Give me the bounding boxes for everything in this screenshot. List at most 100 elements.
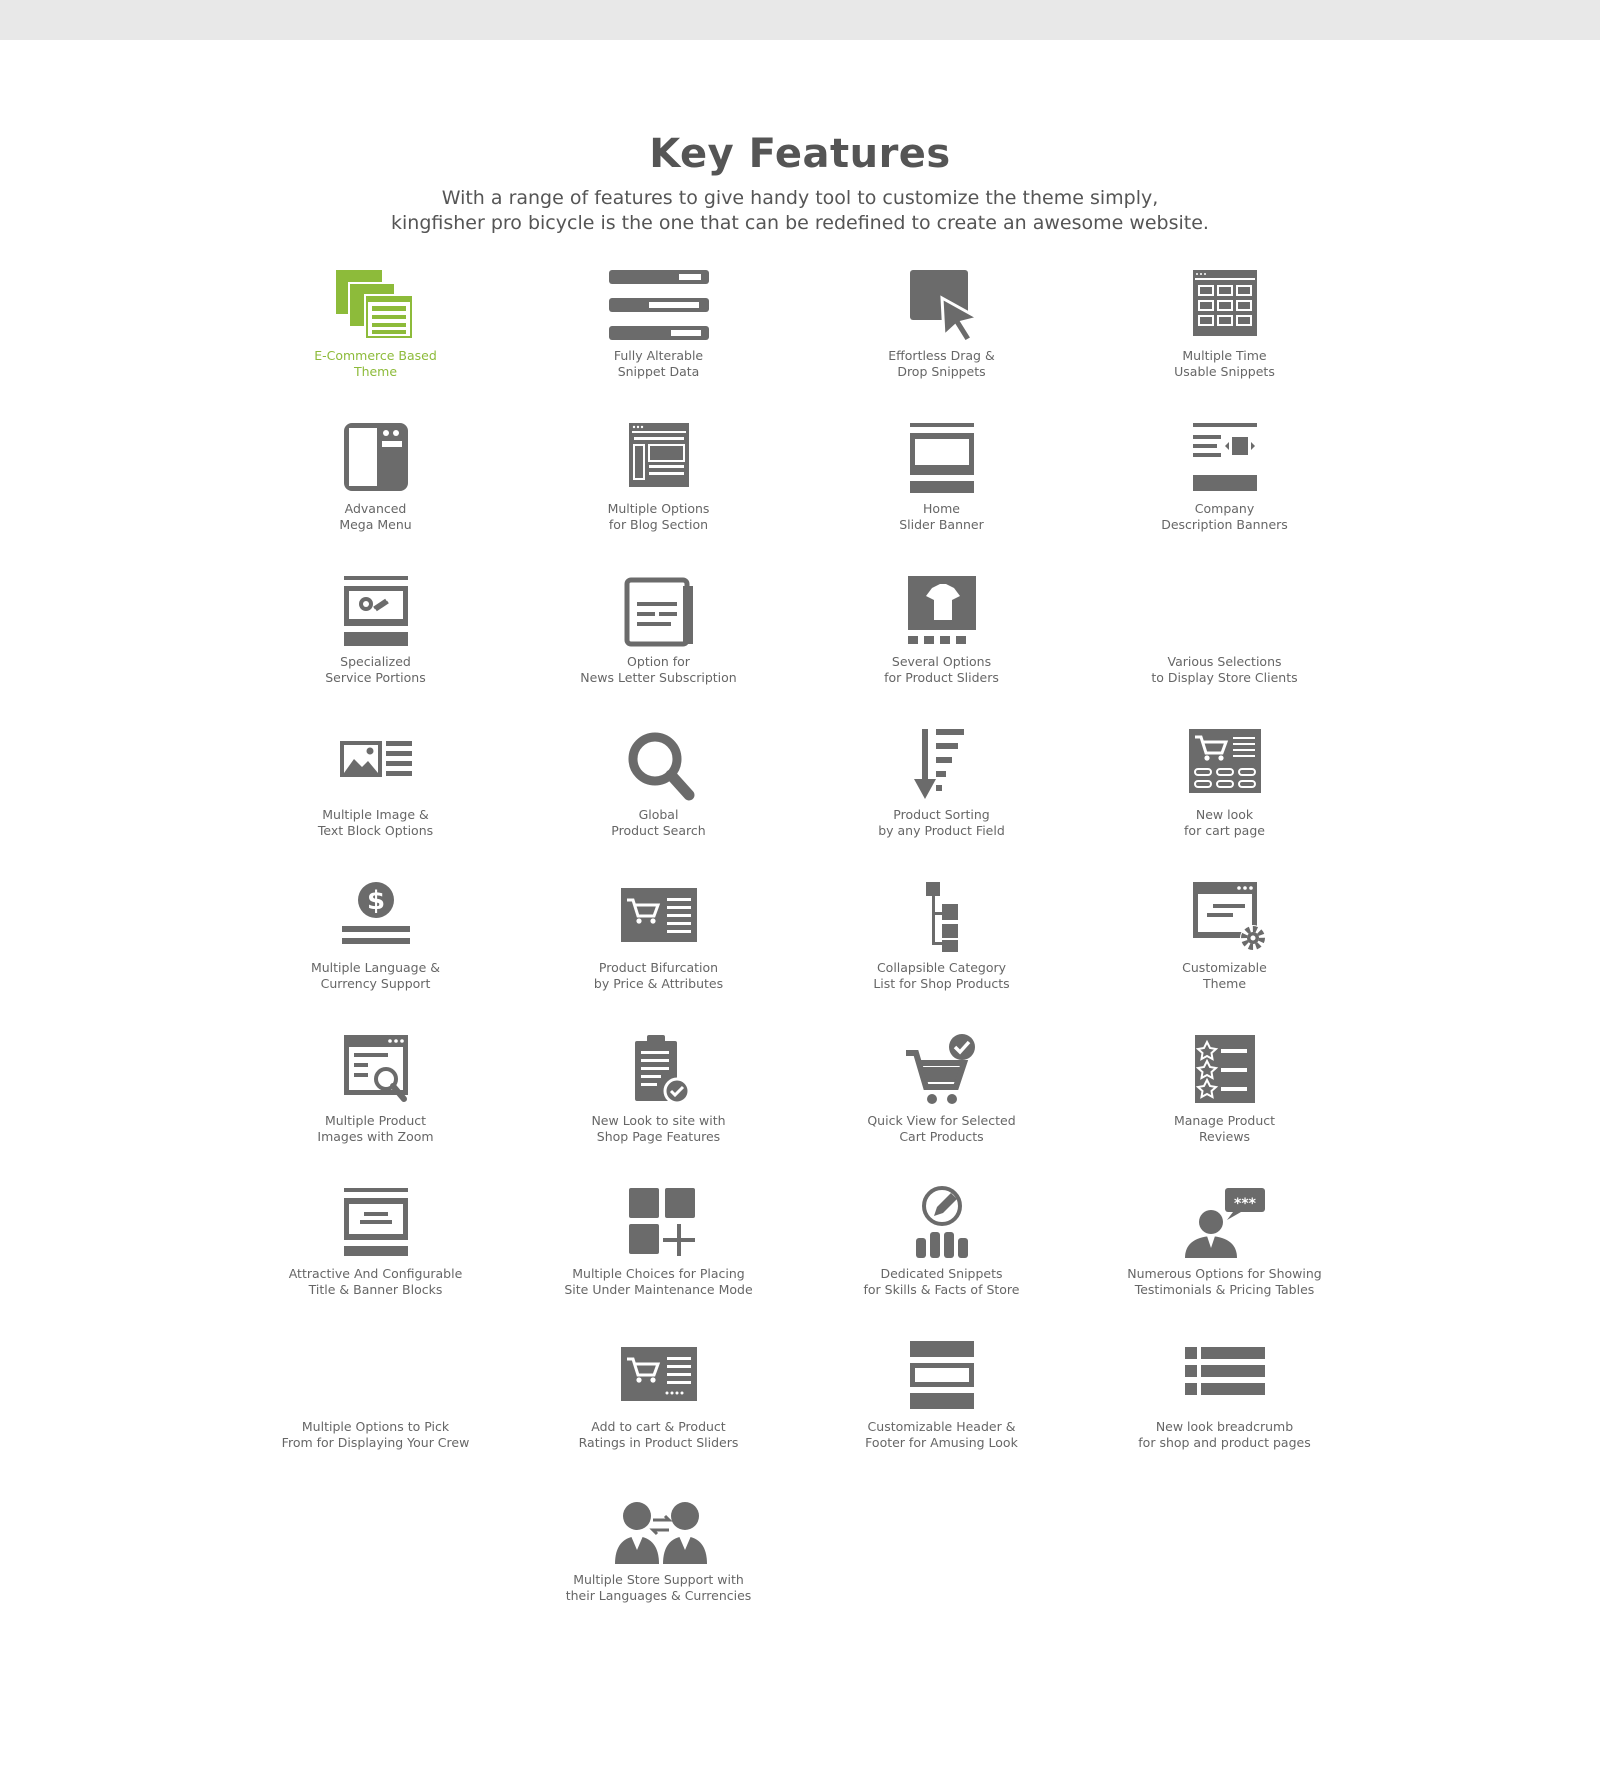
- feature-label-line: Mega Menu: [339, 516, 412, 532]
- feature-item[interactable]: Multiple Image & Text Block Options: [234, 727, 517, 880]
- feature-label-line: New Look to site with: [591, 1113, 726, 1128]
- image-text-block-icon: [326, 727, 426, 803]
- feature-label-line: for Blog Section: [608, 516, 709, 532]
- feature-item[interactable]: Company Description Banners: [1083, 421, 1366, 574]
- feature-item[interactable]: Specialized Service Portions: [234, 574, 517, 727]
- feature-label: Company Description Banners: [1100, 501, 1350, 532]
- feature-label-line: Multiple Options: [607, 501, 710, 516]
- cart-page-icon: [1175, 727, 1275, 803]
- feature-item[interactable]: Quick View for Selected Cart Products: [800, 1033, 1083, 1186]
- drag-drop-cursor-icon: [892, 268, 992, 344]
- feature-label-line: Add to cart & Product: [591, 1419, 726, 1434]
- feature-label-line: Cart Products: [899, 1128, 984, 1144]
- feature-item[interactable]: Attractive And Configurable Title & Banne…: [234, 1186, 517, 1339]
- feature-item[interactable]: New Look to site with Shop Page Features: [517, 1033, 800, 1186]
- feature-item[interactable]: New look breadcrumb for shop and product …: [1083, 1339, 1366, 1492]
- feature-item[interactable]: Effortless Drag & Drop Snippets: [800, 268, 1083, 421]
- feature-label: Specialized Service Portions: [251, 654, 501, 685]
- snippet-grid-icon: [1175, 268, 1275, 344]
- feature-item[interactable]: Multiple Options to Pick From for Display…: [234, 1339, 517, 1492]
- feature-item[interactable]: Advanced Mega Menu: [234, 421, 517, 574]
- feature-label-line: Site Under Maintenance Mode: [564, 1281, 753, 1297]
- mega-menu-icon: [326, 421, 426, 497]
- feature-label: Multiple Image & Text Block Options: [251, 807, 501, 838]
- feature-item[interactable]: Various Selections to Display Store Clien…: [1083, 574, 1366, 727]
- feature-label-line: for shop and product pages: [1138, 1434, 1311, 1450]
- ecommerce-windows-icon: [326, 268, 426, 344]
- feature-label-line: Effortless Drag &: [888, 348, 995, 363]
- feature-label: New look breadcrumb for shop and product …: [1100, 1419, 1350, 1450]
- feature-label: Multiple Time Usable Snippets: [1100, 348, 1350, 379]
- feature-label: Manage Product Reviews: [1100, 1113, 1350, 1144]
- feature-label-line: Customizable Header &: [867, 1419, 1016, 1434]
- feature-label: Several Options for Product Sliders: [817, 654, 1067, 685]
- feature-label: Dedicated Snippets for Skills & Facts of …: [817, 1266, 1067, 1297]
- feature-label: Multiple Choices for Placing Site Under M…: [534, 1266, 784, 1297]
- feature-label-line: Quick View for Selected: [867, 1113, 1016, 1128]
- feature-item[interactable]: Global Product Search: [517, 727, 800, 880]
- search-icon: [609, 727, 709, 803]
- feature-item[interactable]: Multiple Choices for Placing Site Under M…: [517, 1186, 800, 1339]
- title-banner-icon: [326, 1186, 426, 1262]
- feature-item[interactable]: Product Sorting by any Product Field: [800, 727, 1083, 880]
- feature-label-line: E-Commerce Based: [314, 348, 437, 363]
- feature-label-line: Theme: [1202, 975, 1247, 991]
- feature-item[interactable]: Add to cart & Product Ratings in Product …: [517, 1339, 800, 1492]
- header-footer-icon: [892, 1339, 992, 1415]
- feature-label-line: Usable Snippets: [1174, 363, 1275, 379]
- subtitle-line: With a range of features to give handy t…: [441, 187, 1159, 209]
- feature-item[interactable]: Multiple Store Support with their Languag…: [517, 1492, 800, 1645]
- currency-icon: $: [326, 880, 426, 956]
- feature-label: Customizable Theme: [1100, 960, 1350, 991]
- feature-item[interactable]: Multiple Options for Blog Section: [517, 421, 800, 574]
- feature-label-line: List for Shop Products: [873, 975, 1010, 991]
- feature-item[interactable]: Option for News Letter Subscription: [517, 574, 800, 727]
- clipboard-check-icon: [609, 1033, 709, 1109]
- feature-label-line: New look: [1195, 807, 1254, 822]
- feature-label-line: Multiple Time: [1182, 348, 1267, 363]
- feature-item[interactable]: *** Numerous Options for Showing Testimon…: [1083, 1186, 1366, 1339]
- feature-item[interactable]: Customizable Theme: [1083, 880, 1366, 1033]
- description-banner-icon: [1175, 421, 1275, 497]
- feature-item[interactable]: Manage Product Reviews: [1083, 1033, 1366, 1186]
- feature-item[interactable]: Fully Alterable Snippet Data: [517, 268, 800, 421]
- feature-label: Option for News Letter Subscription: [534, 654, 784, 685]
- feature-label-line: Customizable: [1182, 960, 1267, 975]
- feature-label-line: Attractive And Configurable: [288, 1266, 463, 1281]
- feature-item[interactable]: Home Slider Banner: [800, 421, 1083, 574]
- feature-label-line: Footer for Amusing Look: [865, 1434, 1018, 1450]
- slider-banner-icon: [892, 421, 992, 497]
- feature-item[interactable]: Multiple Product Images with Zoom: [234, 1033, 517, 1186]
- feature-item[interactable]: New look for cart page: [1083, 727, 1366, 880]
- feature-label-line: Dedicated Snippets: [880, 1266, 1003, 1281]
- feature-label: Multiple Product Images with Zoom: [251, 1113, 501, 1144]
- multi-store-icon: [609, 1492, 709, 1568]
- feature-label-line: Multiple Language &: [310, 960, 441, 975]
- feature-label: Multiple Store Support with their Languag…: [534, 1572, 784, 1603]
- feature-label-line: Advanced: [344, 501, 407, 516]
- feature-item[interactable]: Several Options for Product Sliders: [800, 574, 1083, 727]
- store-clients-icon: [1175, 574, 1275, 650]
- customize-settings-icon: [1175, 880, 1275, 956]
- feature-item[interactable]: $ Multiple Language & Currency Support: [234, 880, 517, 1033]
- feature-item[interactable]: Customizable Header & Footer for Amusing …: [800, 1339, 1083, 1492]
- feature-label-line: Collapsible Category: [876, 960, 1007, 975]
- feature-item[interactable]: Collapsible Category List for Shop Produc…: [800, 880, 1083, 1033]
- feature-item[interactable]: E-Commerce Based Theme: [234, 268, 517, 421]
- feature-item[interactable]: Product Bifurcation by Price & Attributes: [517, 880, 800, 1033]
- feature-label-line: Fully Alterable: [613, 348, 704, 363]
- feature-label-line: Various Selections: [1167, 654, 1282, 669]
- feature-label: Multiple Options to Pick From for Display…: [251, 1419, 501, 1450]
- subtitle-line: kingfisher pro bicycle is the one that c…: [391, 212, 1209, 234]
- feature-label: Home Slider Banner: [817, 501, 1067, 532]
- feature-label-line: Multiple Store Support with: [573, 1572, 744, 1587]
- cart-filter-icon: [609, 880, 709, 956]
- feature-label: New look for cart page: [1100, 807, 1350, 838]
- feature-item[interactable]: Multiple Time Usable Snippets: [1083, 268, 1366, 421]
- feature-label: Product Sorting by any Product Field: [817, 807, 1067, 838]
- category-tree-icon: [892, 880, 992, 956]
- feature-label-line: Option for: [627, 654, 690, 669]
- feature-label-line: Numerous Options for Showing: [1127, 1266, 1322, 1281]
- feature-label: Various Selections to Display Store Clien…: [1100, 654, 1350, 685]
- feature-item[interactable]: Dedicated Snippets for Skills & Facts of …: [800, 1186, 1083, 1339]
